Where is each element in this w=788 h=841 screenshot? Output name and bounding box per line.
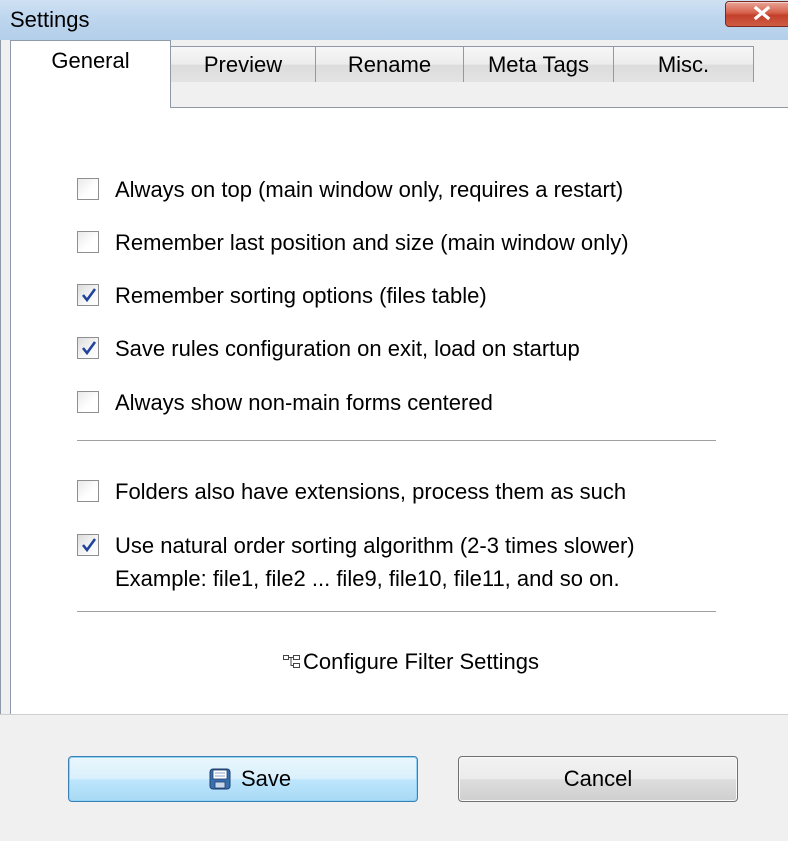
- always-on-top-checkbox[interactable]: [77, 178, 99, 200]
- window-title: Settings: [10, 7, 90, 32]
- remember-sorting-checkbox[interactable]: [77, 284, 99, 306]
- remember-position-label: Remember last position and size (main wi…: [115, 230, 629, 255]
- remember-position-checkbox[interactable]: [77, 231, 99, 253]
- tab-rename[interactable]: Rename: [315, 46, 464, 82]
- filter-settings-icon: [283, 655, 300, 668]
- tab-preview[interactable]: Preview: [170, 46, 316, 82]
- checkmark-icon: [81, 341, 97, 356]
- separator: [77, 440, 716, 441]
- natural-sorting-label: Use natural order sorting algorithm (2-3…: [115, 533, 635, 558]
- close-button[interactable]: [725, 1, 788, 27]
- configure-filter-label: Configure Filter Settings: [303, 649, 539, 674]
- natural-sorting-checkbox[interactable]: [77, 534, 99, 556]
- always-on-top-label: Always on top (main window only, require…: [115, 177, 624, 202]
- close-icon: [753, 5, 771, 21]
- tab-misc[interactable]: Misc.: [613, 46, 754, 82]
- settings-window: Settings Preview Rename Meta Tags Misc. …: [0, 0, 788, 841]
- floppy-disk-icon: [209, 768, 231, 790]
- save-button-label: Save: [241, 766, 292, 791]
- save-rules-checkbox[interactable]: [77, 337, 99, 359]
- remember-sorting-label: Remember sorting options (files table): [115, 283, 487, 308]
- tab-general[interactable]: General: [10, 40, 171, 108]
- folder-extensions-label: Folders also have extensions, process th…: [115, 479, 627, 504]
- cancel-button[interactable]: Cancel: [458, 756, 738, 802]
- folder-extensions-checkbox[interactable]: [77, 480, 99, 502]
- center-forms-label: Always show non-main forms centered: [115, 390, 493, 415]
- center-forms-checkbox[interactable]: [77, 391, 99, 413]
- title-bar[interactable]: Settings: [0, 0, 788, 41]
- save-rules-label: Save rules configuration on exit, load o…: [115, 336, 580, 361]
- tab-meta-tags[interactable]: Meta Tags: [463, 46, 614, 82]
- checkmark-icon: [81, 288, 97, 303]
- separator: [77, 611, 716, 612]
- natural-sorting-example: Example: file1, file2 ... file9, file10,…: [115, 566, 620, 591]
- save-button[interactable]: Save: [68, 756, 418, 802]
- checkmark-icon: [81, 538, 97, 553]
